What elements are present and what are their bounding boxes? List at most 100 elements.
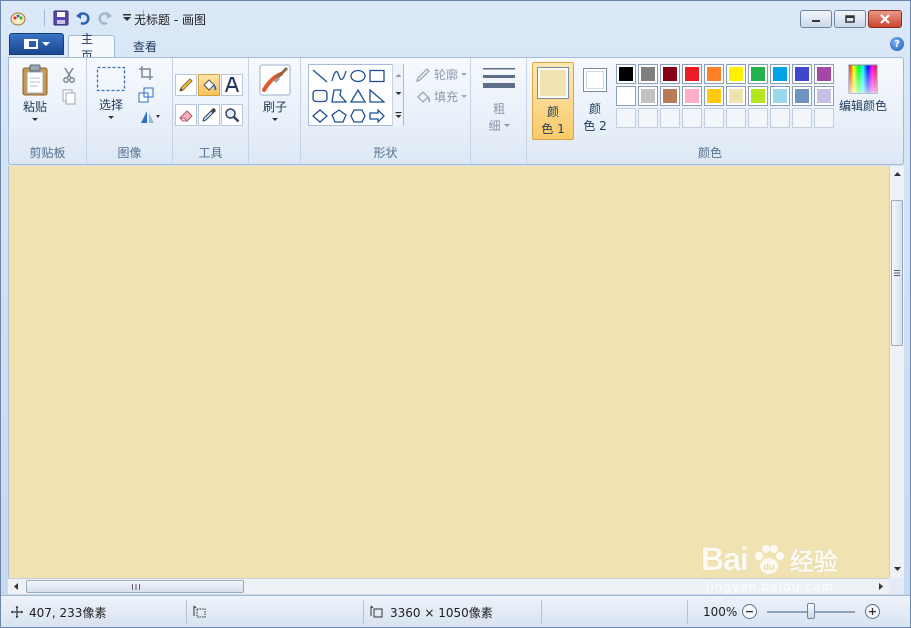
zoom-out-button[interactable]: [742, 604, 757, 619]
rotate-button[interactable]: [135, 106, 165, 128]
palette-custom-color-slot[interactable]: [726, 108, 746, 128]
palette-custom-color-slot[interactable]: [704, 108, 724, 128]
palette-color-swatch[interactable]: [704, 64, 724, 84]
undo-icon[interactable]: [74, 9, 92, 27]
scroll-down-arrow-icon[interactable]: [891, 563, 904, 575]
right-triangle-shape-icon[interactable]: [368, 88, 386, 104]
scroll-up-arrow-icon[interactable]: [891, 168, 904, 180]
palette-color-fill: [619, 89, 633, 103]
cut-button[interactable]: [58, 64, 80, 86]
maximize-button[interactable]: [834, 10, 866, 28]
text-tool[interactable]: [221, 74, 243, 96]
palette-color-swatch[interactable]: [770, 64, 790, 84]
fill-button[interactable]: 填充: [415, 88, 468, 105]
palette-color-fill: [663, 67, 677, 81]
pencil-tool[interactable]: [175, 74, 197, 96]
palette-custom-color-slot[interactable]: [638, 108, 658, 128]
palette-color-swatch[interactable]: [704, 86, 724, 106]
scrollbar-corner: [889, 578, 904, 594]
size-label-line2-wrap: 细: [488, 117, 510, 134]
palette-custom-color-slot[interactable]: [660, 108, 680, 128]
vertical-scrollbar[interactable]: [889, 166, 904, 578]
hexagon-shape-icon[interactable]: [349, 108, 367, 124]
palette-color-swatch[interactable]: [660, 86, 680, 106]
brushes-button[interactable]: 刷子: [257, 64, 293, 121]
rotate-icon: [141, 111, 160, 123]
palette-custom-color-slot[interactable]: [792, 108, 812, 128]
close-button[interactable]: [868, 10, 902, 28]
pentagon-shape-icon[interactable]: [330, 108, 348, 124]
cursor-position-status: 407, 233像素: [11, 602, 106, 622]
paste-button[interactable]: 粘贴: [17, 64, 53, 121]
polygon-shape-icon[interactable]: [330, 88, 348, 104]
magnifier-icon: [225, 108, 240, 123]
crop-button[interactable]: [135, 62, 157, 84]
palette-custom-color-slot[interactable]: [616, 108, 636, 128]
drawing-canvas[interactable]: [8, 166, 889, 578]
scroll-right-arrow-icon[interactable]: [875, 580, 887, 593]
palette-color-swatch[interactable]: [660, 64, 680, 84]
size-button[interactable]: 粗 细: [481, 66, 517, 134]
paint-menu-button[interactable]: [9, 33, 64, 55]
palette-color-swatch[interactable]: [748, 64, 768, 84]
palette-color-swatch[interactable]: [792, 86, 812, 106]
image-size-status: 3360 × 1050像素: [370, 602, 493, 622]
title-bar: 无标题 - 画图: [1, 1, 910, 33]
shapes-gallery-scroll[interactable]: [392, 64, 403, 126]
palette-color-swatch[interactable]: [638, 64, 658, 84]
palette-custom-color-slot[interactable]: [814, 108, 834, 128]
zoom-in-button[interactable]: [865, 604, 880, 619]
palette-custom-color-slot[interactable]: [682, 108, 702, 128]
palette-color-swatch[interactable]: [616, 86, 636, 106]
save-icon[interactable]: [52, 9, 70, 27]
zoom-slider-thumb[interactable]: [807, 603, 815, 619]
diamond-shape-icon[interactable]: [311, 108, 329, 124]
line-shape-icon[interactable]: [311, 68, 329, 84]
oval-shape-icon[interactable]: [349, 68, 367, 84]
resize-button[interactable]: [135, 84, 157, 106]
paint-app-icon[interactable]: [9, 9, 27, 27]
palette-color-swatch[interactable]: [682, 64, 702, 84]
rounded-rectangle-shape-icon[interactable]: [311, 88, 329, 104]
palette-color-swatch[interactable]: [792, 64, 812, 84]
outline-pencil-icon: [415, 67, 430, 82]
palette-custom-color-slot[interactable]: [770, 108, 790, 128]
tab-view[interactable]: 查看: [121, 35, 169, 57]
crosshair-icon: [11, 606, 23, 618]
copy-button[interactable]: [58, 86, 80, 108]
color-1-label-line2: 色 1: [541, 122, 565, 136]
palette-color-swatch[interactable]: [726, 86, 746, 106]
palette-color-swatch[interactable]: [748, 86, 768, 106]
curve-shape-icon[interactable]: [330, 68, 348, 84]
help-icon[interactable]: ?: [890, 37, 904, 51]
triangle-shape-icon[interactable]: [349, 88, 367, 104]
arrow-shape-icon[interactable]: [368, 108, 386, 124]
edit-colors-button[interactable]: 编辑颜色: [835, 64, 891, 114]
magnifier-tool[interactable]: [221, 104, 243, 126]
palette-color-swatch[interactable]: [814, 64, 834, 84]
outline-button[interactable]: 轮廓: [415, 66, 468, 83]
palette-custom-color-slot[interactable]: [748, 108, 768, 128]
palette-color-swatch[interactable]: [638, 86, 658, 106]
scroll-left-arrow-icon[interactable]: [10, 580, 22, 593]
tab-home[interactable]: 主页: [68, 32, 115, 63]
rectangle-shape-icon[interactable]: [368, 68, 386, 84]
minimize-button[interactable]: [800, 10, 832, 28]
palette-color-swatch[interactable]: [726, 64, 746, 84]
vertical-scroll-thumb[interactable]: [891, 200, 903, 346]
paw-logo-icon: du: [754, 544, 784, 574]
palette-color-swatch[interactable]: [616, 64, 636, 84]
select-button[interactable]: 选择: [93, 66, 129, 119]
color-2-button[interactable]: 颜 色 2: [577, 66, 613, 134]
eraser-tool[interactable]: [175, 104, 197, 126]
redo-icon[interactable]: [96, 9, 114, 27]
fill-tool[interactable]: [198, 74, 220, 96]
palette-color-swatch[interactable]: [770, 86, 790, 106]
color-1-button[interactable]: 颜 色 1: [532, 62, 574, 140]
palette-color-swatch[interactable]: [682, 86, 702, 106]
color-picker-tool[interactable]: [198, 104, 220, 126]
selection-size-icon: [193, 605, 206, 618]
horizontal-scroll-thumb[interactable]: [26, 580, 244, 593]
palette-color-swatch[interactable]: [814, 86, 834, 106]
palette-color-fill: [751, 89, 765, 103]
